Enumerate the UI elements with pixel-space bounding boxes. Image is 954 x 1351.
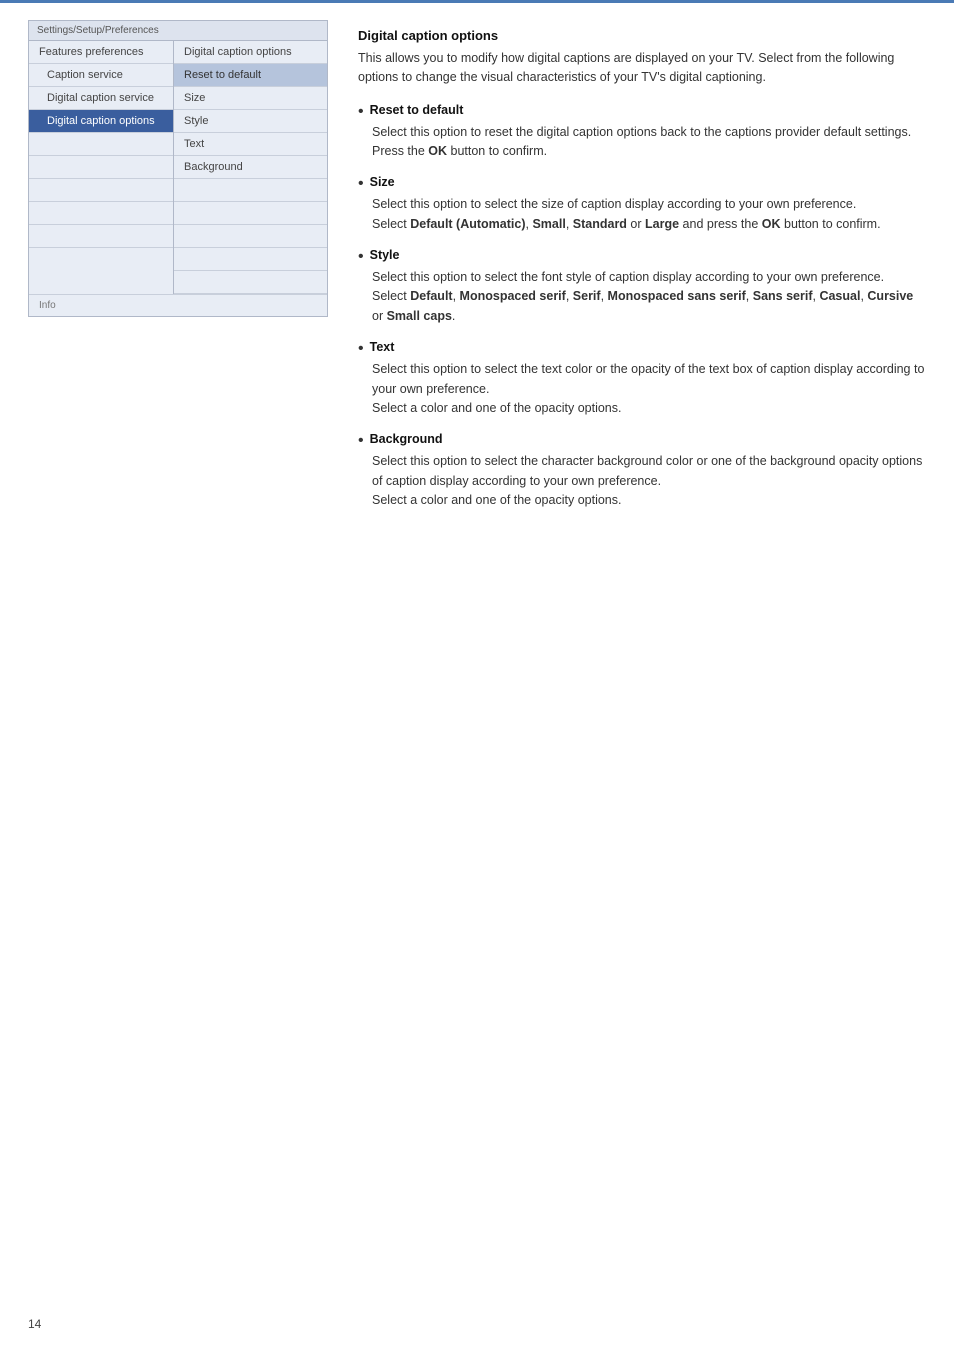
menu-item-digital-caption-options[interactable]: Digital caption options bbox=[29, 110, 173, 133]
bullet-background: • Background Select this option to selec… bbox=[358, 432, 926, 510]
bullet-body-style: Select this option to select the font st… bbox=[372, 268, 926, 326]
menu-item-empty-2 bbox=[29, 156, 173, 179]
bullet-text: • Text Select this option to select the … bbox=[358, 340, 926, 418]
top-border-line bbox=[0, 0, 954, 3]
bullet-style: • Style Select this option to select the… bbox=[358, 248, 926, 326]
menu-right-item-size[interactable]: Size bbox=[174, 87, 327, 110]
bullet-body-background: Select this option to select the charact… bbox=[372, 452, 926, 510]
bullet-label-background: Background bbox=[370, 432, 443, 446]
menu-right-item-style[interactable]: Style bbox=[174, 110, 327, 133]
page-title: Digital caption options bbox=[358, 28, 926, 43]
menu-item-empty-1 bbox=[29, 133, 173, 156]
menu-right-column: Digital caption options Reset to default… bbox=[174, 41, 327, 294]
menu-right-empty-2 bbox=[174, 202, 327, 225]
bullet-label-reset: Reset to default bbox=[370, 103, 464, 117]
bullet-dot-2: • bbox=[358, 176, 364, 192]
bullet-dot-3: • bbox=[358, 249, 364, 265]
menu-item-caption-service[interactable]: Caption service bbox=[29, 64, 173, 87]
menu-right-item-digital-caption-options[interactable]: Digital caption options bbox=[174, 41, 327, 64]
menu-right-empty-4 bbox=[174, 248, 327, 271]
right-content-panel: Digital caption options This allows you … bbox=[358, 20, 926, 524]
bullet-size: • Size Select this option to select the … bbox=[358, 175, 926, 234]
menu-right-empty-1 bbox=[174, 179, 327, 202]
left-menu-panel: Settings/Setup/Preferences Features pref… bbox=[28, 20, 328, 524]
page-number: 14 bbox=[28, 1317, 41, 1331]
menu-breadcrumb: Settings/Setup/Preferences bbox=[29, 21, 327, 41]
menu-right-item-background[interactable]: Background bbox=[174, 156, 327, 179]
bullet-dot-4: • bbox=[358, 341, 364, 357]
bullet-body-text: Select this option to select the text co… bbox=[372, 360, 926, 418]
bullet-label-style: Style bbox=[370, 248, 400, 262]
bullet-label-text: Text bbox=[370, 340, 395, 354]
bullet-dot-5: • bbox=[358, 433, 364, 449]
menu-right-item-text[interactable]: Text bbox=[174, 133, 327, 156]
bullet-dot-1: • bbox=[358, 104, 364, 120]
menu-info: Info bbox=[29, 294, 327, 316]
menu-right-empty-3 bbox=[174, 225, 327, 248]
intro-paragraph: This allows you to modify how digital ca… bbox=[358, 49, 926, 87]
menu-box: Settings/Setup/Preferences Features pref… bbox=[28, 20, 328, 317]
menu-item-empty-5 bbox=[29, 225, 173, 248]
menu-item-empty-4 bbox=[29, 202, 173, 225]
menu-right-empty-5 bbox=[174, 271, 327, 294]
bullet-body-reset: Select this option to reset the digital … bbox=[372, 123, 926, 162]
bullet-reset: • Reset to default Select this option to… bbox=[358, 103, 926, 162]
menu-item-digital-caption-service[interactable]: Digital caption service bbox=[29, 87, 173, 110]
menu-left-column: Features preferences Caption service Dig… bbox=[29, 41, 174, 294]
menu-right-item-reset[interactable]: Reset to default bbox=[174, 64, 327, 87]
menu-item-features[interactable]: Features preferences bbox=[29, 41, 173, 64]
menu-item-empty-3 bbox=[29, 179, 173, 202]
bullet-body-size: Select this option to select the size of… bbox=[372, 195, 926, 234]
bullet-label-size: Size bbox=[370, 175, 395, 189]
